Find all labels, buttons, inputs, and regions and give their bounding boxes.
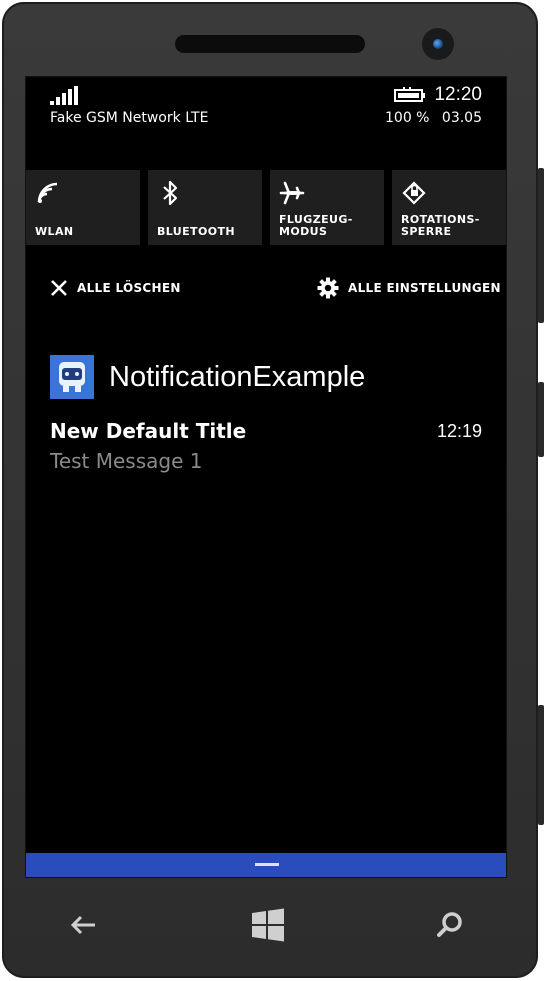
action-center-handle[interactable] [26, 853, 506, 877]
search-icon [437, 912, 462, 937]
status-time: 12:20 [434, 84, 482, 105]
notification-title: New Default Title [50, 419, 247, 443]
front-camera [422, 28, 454, 60]
back-arrow-icon [70, 915, 95, 935]
hardware-nav-bar [25, 890, 507, 960]
battery-percent: 100 % [385, 110, 430, 126]
camera-button[interactable] [538, 705, 544, 825]
robot-icon [59, 362, 85, 392]
notification-time: 12:19 [436, 421, 482, 441]
power-button[interactable] [538, 382, 544, 457]
tile-label: WLAN [35, 225, 74, 238]
status-bar: Fake GSM Network LTE 12:20 100 % 03.05 [26, 77, 506, 147]
app-header[interactable]: NotificationExample [50, 355, 365, 399]
quick-action-tiles: WLAN BLUETOOTH FLUGZEUG- MODUS ROTATIONS… [26, 170, 506, 245]
app-icon [50, 355, 94, 399]
airplane-icon [279, 181, 305, 205]
tile-label: BLUETOOTH [157, 225, 235, 238]
status-date: 03.05 [441, 110, 482, 126]
start-button[interactable] [243, 900, 293, 950]
tile-bluetooth[interactable]: BLUETOOTH [148, 170, 262, 245]
rotation-lock-icon [402, 181, 426, 205]
tile-label: FLUGZEUG- MODUS [279, 213, 353, 238]
notification-message: Test Message 1 [50, 449, 203, 473]
battery-charging-icon [394, 87, 425, 102]
signal-strength-icon [50, 85, 80, 105]
tile-rotation-lock[interactable]: ROTATIONS- SPERRE [392, 170, 506, 245]
tile-label: ROTATIONS- SPERRE [401, 213, 480, 238]
all-settings-button[interactable]: ALLE EINSTELLUNGEN [317, 275, 501, 301]
bluetooth-icon [163, 180, 178, 206]
all-settings-label: ALLE EINSTELLUNGEN [348, 281, 501, 295]
back-button[interactable] [58, 900, 108, 950]
windows-logo-icon [252, 908, 284, 942]
tile-wlan[interactable]: WLAN [26, 170, 140, 245]
app-name: NotificationExample [109, 360, 366, 393]
carrier-name: Fake GSM Network LTE [50, 110, 209, 126]
clear-all-button[interactable]: ALLE LÖSCHEN [50, 275, 181, 301]
drag-handle-icon [255, 863, 279, 866]
volume-rocker[interactable] [538, 168, 544, 323]
action-bar: ALLE LÖSCHEN ALLE EINSTELLUNGEN [26, 275, 506, 301]
gear-icon [317, 277, 339, 299]
clear-all-label: ALLE LÖSCHEN [77, 281, 181, 295]
speaker-grille [175, 35, 365, 53]
close-icon [51, 280, 67, 296]
screen: Fake GSM Network LTE 12:20 100 % 03.05 W… [25, 76, 507, 878]
wifi-icon [37, 182, 58, 203]
tile-airplane-mode[interactable]: FLUGZEUG- MODUS [270, 170, 384, 245]
search-button[interactable] [425, 900, 475, 950]
